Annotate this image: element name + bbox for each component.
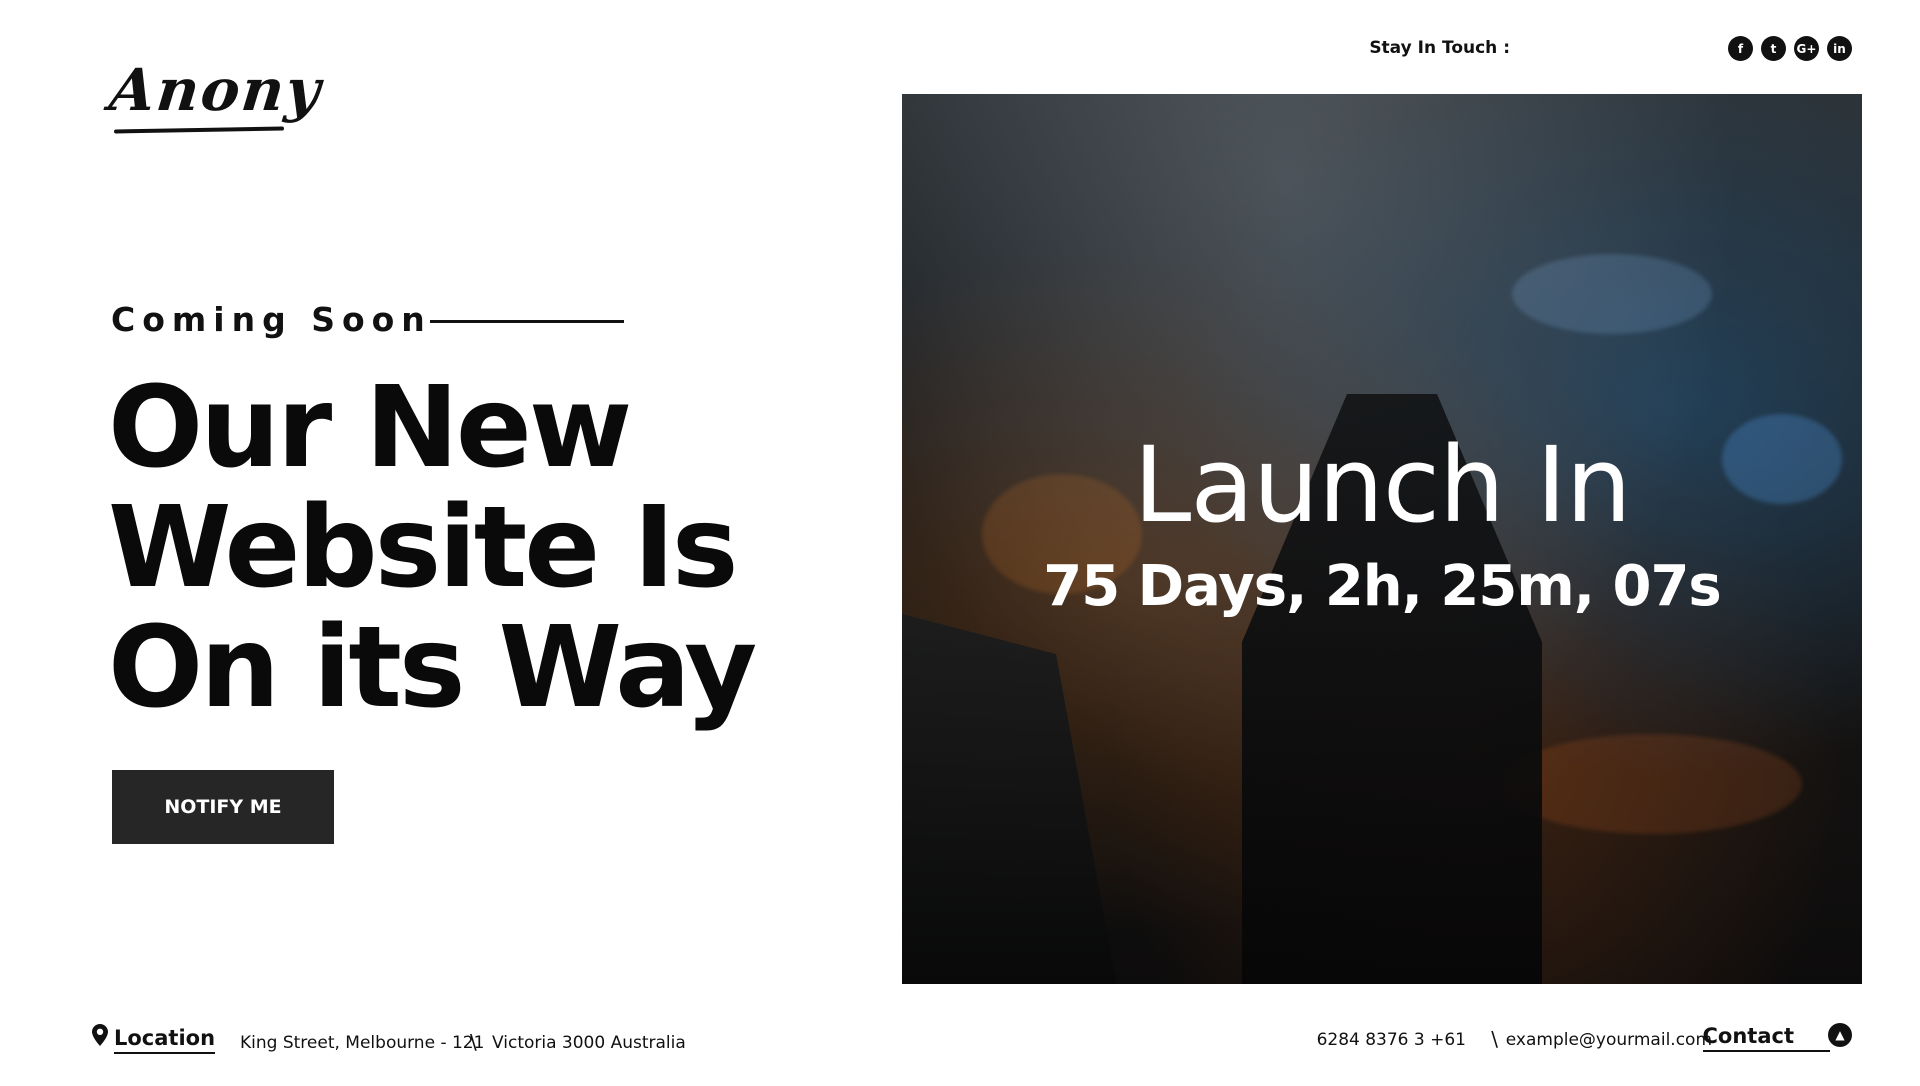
address-line-2: Victoria 3000 Australia <box>492 1033 686 1053</box>
building-left <box>902 614 1122 984</box>
linkedin-icon[interactable]: in <box>1827 36 1852 61</box>
contact-separator: \ <box>1491 1027 1498 1051</box>
logo-underline <box>113 126 285 134</box>
headline-line-3: On its Way <box>108 603 757 733</box>
coming-soon-page: Anony Stay In Touch : f t G+ in Coming S… <box>0 0 1920 1086</box>
address-separator: \ <box>470 1030 477 1054</box>
launch-photo-panel: Launch In 75 Days, 2h, 25m, 07s <box>902 94 1862 984</box>
headline-line-2: Website Is <box>108 483 739 613</box>
contact-link[interactable]: Contact <box>1702 1024 1830 1052</box>
headline: Our New Website Is On its Way <box>108 368 808 728</box>
facebook-icon[interactable]: f <box>1728 36 1753 61</box>
headline-line-1: Our New <box>108 363 632 493</box>
stay-in-touch-label: Stay In Touch : <box>1369 38 1510 58</box>
kicker-divider <box>430 320 624 323</box>
location-pin-icon <box>92 1024 108 1046</box>
address-line-1: King Street, Melbourne - 121 <box>240 1033 485 1053</box>
notify-me-button[interactable]: NOTIFY ME <box>112 770 334 844</box>
social-links: f t G+ in <box>1728 36 1852 61</box>
coming-soon-kicker: Coming Soon <box>111 300 432 339</box>
email-address[interactable]: example@yourmail.com <box>1506 1030 1712 1050</box>
phone-number[interactable]: 6284 8376 3 +61 <box>1317 1030 1466 1050</box>
launch-title: Launch In <box>1133 424 1631 546</box>
launch-countdown: 75 Days, 2h, 25m, 07s <box>1043 554 1722 619</box>
brand-logo[interactable]: Anony <box>106 56 325 124</box>
location-link[interactable]: Location <box>114 1026 216 1054</box>
twitter-icon[interactable]: t <box>1761 36 1786 61</box>
google-plus-icon[interactable]: G+ <box>1794 36 1819 61</box>
contact-arrow-icon[interactable]: ▲ <box>1828 1023 1852 1047</box>
